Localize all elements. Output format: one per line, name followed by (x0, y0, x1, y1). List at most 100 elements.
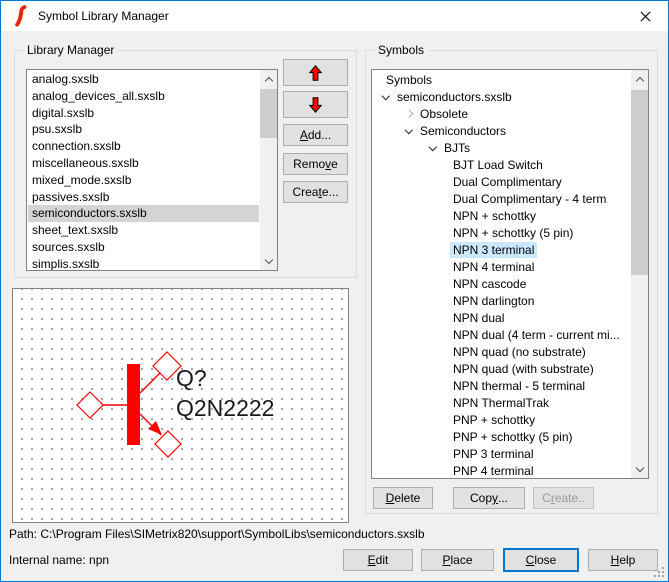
preview-designator-label: Q? (176, 365, 207, 391)
tree-row: BJTs (373, 139, 630, 156)
tree-item[interactable]: NPN 3 terminal (450, 242, 537, 258)
close-button[interactable]: Close (503, 548, 579, 572)
base-pin-diamond (77, 392, 103, 418)
tree-item[interactable]: Dual Complimentary (450, 174, 565, 190)
scroll-thumb[interactable] (260, 89, 277, 138)
close-window-button[interactable] (623, 1, 668, 31)
tree-item[interactable]: NPN dual (450, 310, 507, 326)
move-up-button[interactable] (283, 59, 348, 86)
tree-row: NPN quad (no substrate) (373, 343, 630, 360)
library-list-item[interactable]: simplis.sxslb (28, 256, 259, 271)
tree-row: NPN darlington (373, 292, 630, 309)
tree-item[interactable]: NPN darlington (450, 293, 537, 309)
tree-item[interactable]: NPN dual (4 term - current mi... (450, 327, 623, 343)
npn-base-bar (127, 364, 140, 445)
tree-item[interactable]: Symbols (383, 72, 435, 88)
tree-row: NPN 3 terminal (373, 241, 630, 258)
tree-row: NPN dual (373, 309, 630, 326)
tree-item[interactable]: NPN ThermalTrak (450, 395, 552, 411)
tree-item[interactable]: PNP + schottky (450, 412, 538, 428)
tree-item[interactable]: NPN quad (no substrate) (450, 344, 589, 360)
tree-row: Obsolete (373, 105, 630, 122)
tree-row: PNP + schottky (373, 411, 630, 428)
edit-button[interactable]: Edit (343, 549, 413, 571)
scroll-up-button[interactable] (631, 70, 648, 87)
library-list-item[interactable]: analog_devices_all.sxslb (28, 88, 259, 105)
tree-item[interactable]: Obsolete (417, 106, 471, 122)
library-path-label: Path: C:\Program Files\SIMetrix820\suppo… (9, 527, 425, 541)
tree-row: PNP 3 terminal (373, 445, 630, 462)
tree-row: Semiconductors (373, 122, 630, 139)
move-down-button[interactable] (283, 91, 348, 118)
tree-row: NPN + schottky (373, 207, 630, 224)
tree-row: NPN dual (4 term - current mi... (373, 326, 630, 343)
library-list-item[interactable]: miscellaneous.sxslb (28, 155, 259, 172)
npn-collector-line (140, 373, 160, 393)
tree-item[interactable]: NPN cascode (450, 276, 529, 292)
library-list[interactable]: analog.sxslbanalog_devices_all.sxslbdigi… (26, 69, 278, 271)
place-button[interactable]: Place (421, 549, 494, 571)
tree-row: BJT Load Switch (373, 156, 630, 173)
library-list-item[interactable]: connection.sxslb (28, 138, 259, 155)
tree-item[interactable]: NPN + schottky (450, 208, 539, 224)
library-list-item[interactable]: analog.sxslb (28, 71, 259, 88)
tree-item[interactable]: BJT Load Switch (450, 157, 546, 173)
npn-symbol-graphic: Q? Q2N2222 (13, 289, 348, 522)
library-list-items: analog.sxslbanalog_devices_all.sxslbdigi… (28, 71, 259, 271)
delete-button[interactable]: Delete (373, 487, 433, 509)
tree-item[interactable]: semiconductors.sxslb (394, 89, 515, 105)
symbol-library-manager-window: Symbol Library Manager Library Manager a… (0, 0, 669, 582)
scroll-down-button[interactable] (631, 461, 648, 478)
tree-row: NPN + schottky (5 pin) (373, 224, 630, 241)
tree-row: Dual Complimentary - 4 term (373, 190, 630, 207)
scroll-down-button[interactable] (260, 253, 277, 270)
symbols-tree[interactable]: Symbolssemiconductors.sxslbObsoleteSemic… (371, 69, 649, 479)
chevron-up-icon (635, 76, 643, 84)
tree-item[interactable]: NPN thermal - 5 terminal (450, 378, 588, 394)
library-list-item[interactable]: passives.sxslb (28, 189, 259, 206)
tree-item[interactable]: PNP + schottky (5 pin) (450, 429, 576, 445)
symbols-group-label: Symbols (374, 43, 428, 57)
scroll-up-button[interactable] (260, 70, 277, 87)
copy-button[interactable]: Copy... (453, 487, 525, 509)
library-list-item[interactable]: sources.sxslb (28, 239, 259, 256)
tree-item[interactable]: Semiconductors (417, 123, 509, 139)
resize-grip[interactable] (654, 567, 665, 578)
create-library-button[interactable]: Create... (283, 181, 348, 203)
tree-item[interactable]: BJTs (441, 140, 473, 156)
library-list-item[interactable]: mixed_mode.sxslb (28, 172, 259, 189)
help-button[interactable]: Help (588, 549, 658, 571)
library-list-item[interactable]: sheet_text.sxslb (28, 222, 259, 239)
tree-row: Dual Complimentary (373, 173, 630, 190)
internal-name-label: Internal name: npn (9, 553, 109, 567)
window-title: Symbol Library Manager (38, 9, 169, 23)
tree-item[interactable]: PNP 3 terminal (450, 446, 536, 462)
chevron-down-icon (264, 255, 272, 263)
add-button[interactable]: Add... (283, 124, 348, 146)
library-list-item[interactable]: digital.sxslb (28, 105, 259, 122)
tree-row: PNP + schottky (5 pin) (373, 428, 630, 445)
tree-row: semiconductors.sxslb (373, 88, 630, 105)
remove-button[interactable]: Remove (283, 153, 348, 175)
tree-row: Symbols (373, 71, 630, 88)
emitter-pin-diamond (155, 431, 181, 457)
tree-row: NPN quad (with substrate) (373, 360, 630, 377)
scroll-thumb[interactable] (631, 90, 648, 275)
library-list-scrollbar[interactable] (260, 70, 277, 270)
titlebar: Symbol Library Manager (1, 1, 668, 31)
tree-row: PNP 4 terminal (373, 462, 630, 479)
tree-item[interactable]: NPN quad (with substrate) (450, 361, 597, 377)
tree-row: NPN 4 terminal (373, 258, 630, 275)
app-logo-icon (11, 5, 29, 27)
symbols-tree-scrollbar[interactable] (631, 70, 648, 478)
tree-item[interactable]: PNP 4 terminal (450, 463, 536, 479)
npn-emitter-arrow (148, 421, 162, 435)
close-icon (640, 11, 651, 22)
tree-item[interactable]: NPN + schottky (5 pin) (450, 225, 576, 241)
tree-row: NPN cascode (373, 275, 630, 292)
tree-item[interactable]: Dual Complimentary - 4 term (450, 191, 609, 207)
library-list-item[interactable]: semiconductors.sxslb (28, 205, 259, 222)
library-list-item[interactable]: psu.sxslb (28, 121, 259, 138)
tree-item[interactable]: NPN 4 terminal (450, 259, 537, 275)
create-symbol-button: Create.. (533, 487, 594, 509)
